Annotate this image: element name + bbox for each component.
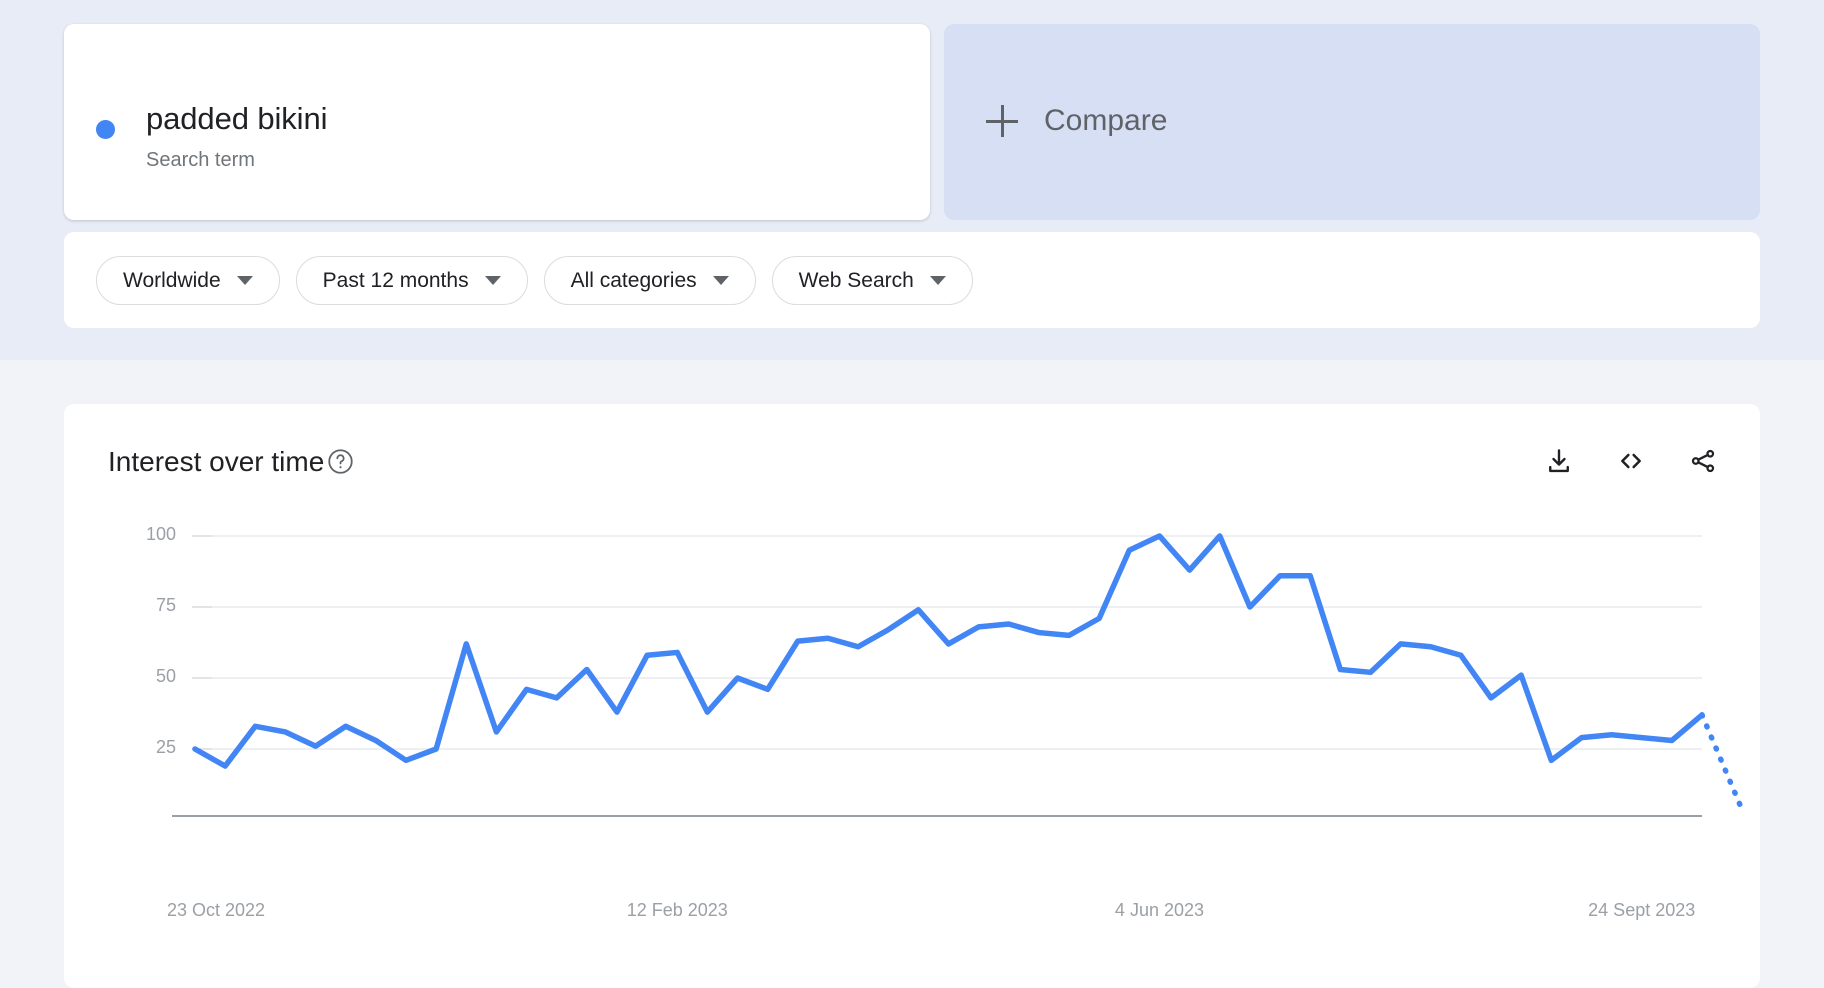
chart-x-axis-label: 24 Sept 2023 [1588,900,1696,920]
filter-chip-location[interactable]: Worldwide [96,256,280,305]
chart-gridlines [212,535,1702,750]
filter-chip-location-label: Worldwide [123,268,221,292]
chevron-down-icon [484,276,501,285]
filter-chip-category[interactable]: All categories [543,256,756,305]
filter-chip-searchtype-label: Web Search [798,268,914,292]
filter-bar: Worldwide Past 12 months All categories … [64,232,1760,328]
embed-code-icon[interactable] [1614,444,1648,478]
download-icon[interactable] [1542,444,1576,478]
search-term-type-label: Search term [146,149,255,171]
filter-chip-timerange[interactable]: Past 12 months [295,256,528,305]
help-circle-icon[interactable] [327,448,354,475]
search-term-label: padded bikini [146,101,328,136]
chart-x-axis-label: 12 Feb 2023 [626,900,728,920]
chart-y-axis-label: 25 [155,737,176,757]
filter-chip-searchtype[interactable]: Web Search [771,256,973,305]
filter-chip-timerange-label: Past 12 months [322,268,469,292]
interest-over-time-card: Interest over time 25 50 75 100 23 Oct 2… [64,404,1760,988]
chart-series-partial-line [1699,712,1747,818]
chevron-down-icon [929,276,946,285]
compare-button[interactable]: Compare [944,24,1760,220]
chart-ytick-marks [192,535,212,750]
compare-label: Compare [1044,104,1168,137]
chart-y-axis-label: 50 [155,666,176,686]
chart-x-axis-label: 4 Jun 2023 [1114,900,1205,920]
plus-icon [986,105,1018,137]
chart-y-axis-label: 75 [155,595,176,615]
chart-y-axis-label: 100 [145,524,176,544]
chart-plot-area: 25 50 75 100 23 Oct 2022 12 Feb 2023 4 Jun 20… [64,504,1760,988]
share-icon[interactable] [1686,444,1720,478]
search-term-card[interactable]: padded bikini Search term [64,24,930,220]
trends-line-chart[interactable] [64,504,1760,988]
chart-title: Interest over time [108,446,325,477]
chart-header: Interest over time [64,404,1760,504]
chart-series-line [192,533,1705,769]
chart-actions [1542,444,1720,478]
search-term-row: padded bikini Search term Compare [64,24,1760,220]
chevron-down-icon [712,276,729,285]
filter-chip-category-label: All categories [570,268,697,292]
filter-chip-group: Worldwide Past 12 months All categories … [96,256,973,305]
chevron-down-icon [236,276,253,285]
chart-x-axis-label: 23 Oct 2022 [167,900,266,920]
series-color-dot [96,120,115,139]
